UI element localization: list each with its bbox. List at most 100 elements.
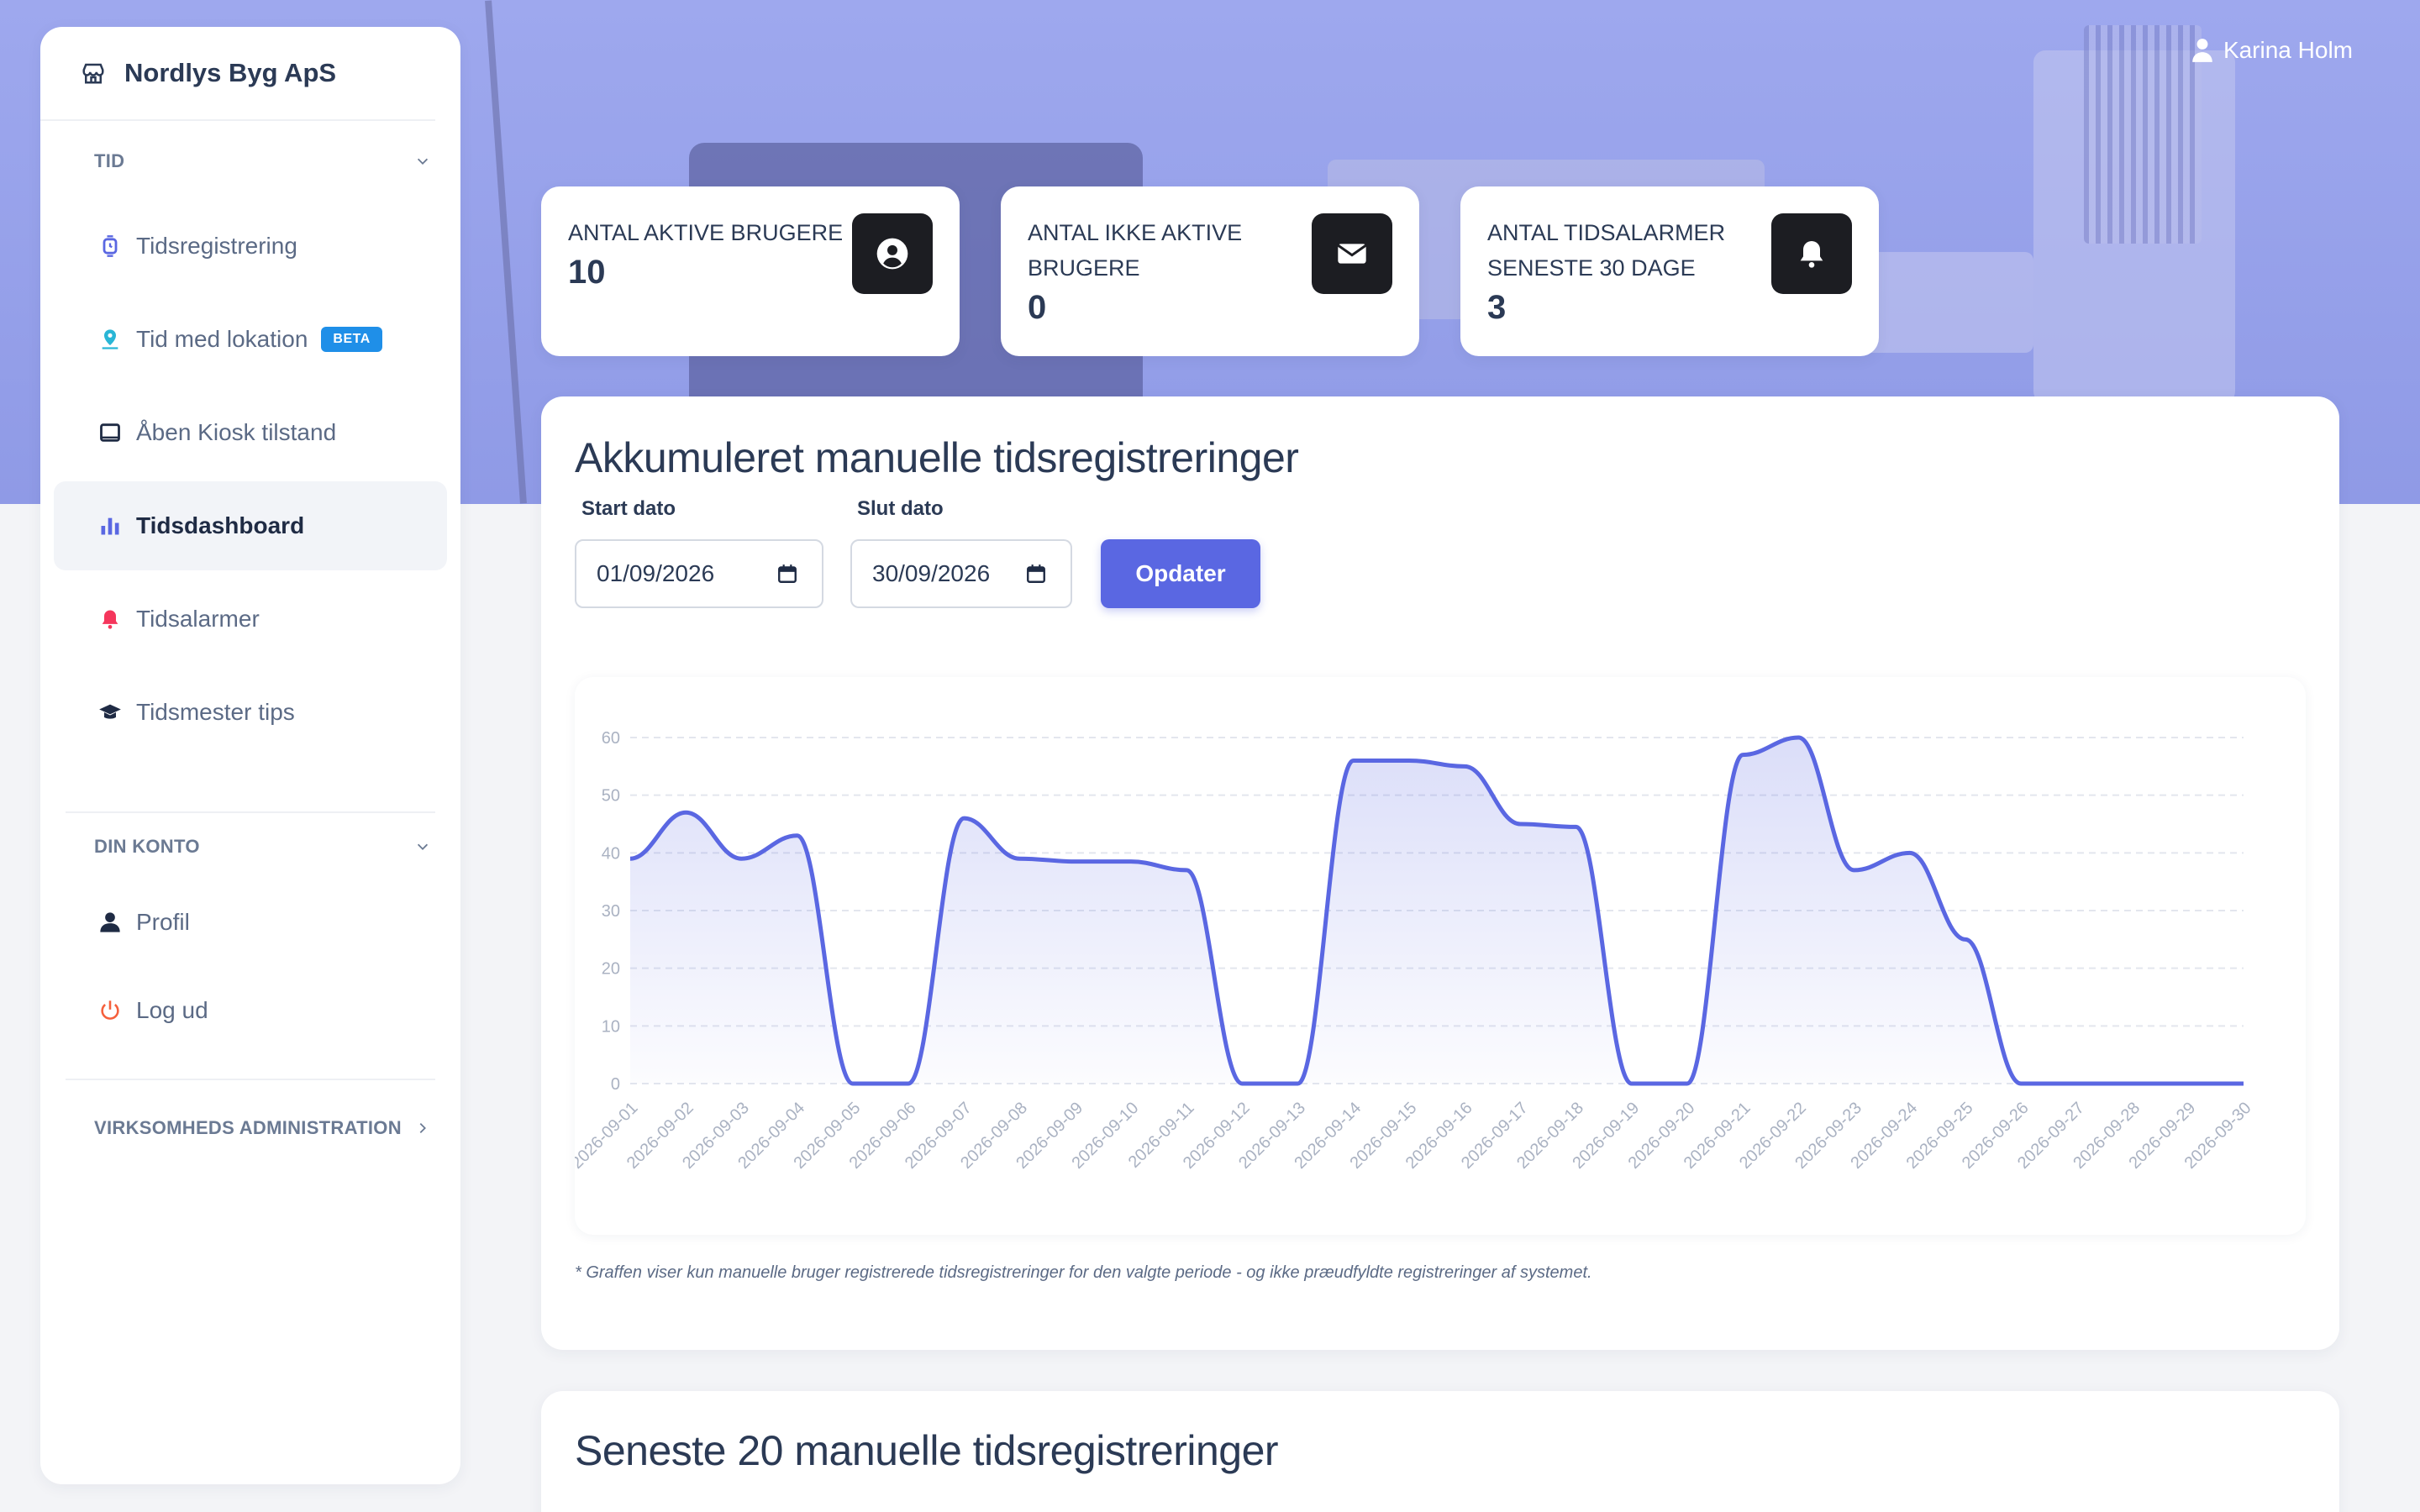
- beta-badge: BETA: [321, 327, 382, 352]
- data-point[interactable]: [2018, 1081, 2023, 1086]
- section-konto-toggle[interactable]: DIN KONTO: [40, 813, 460, 880]
- data-point[interactable]: [961, 816, 966, 821]
- y-tick-label: 40: [602, 844, 620, 863]
- data-point[interactable]: [1852, 868, 1857, 873]
- data-point[interactable]: [1629, 1081, 1634, 1086]
- sidebar-item-label: Tid med lokation: [136, 326, 308, 352]
- sidebar-item-label: Tidsdashboard: [136, 512, 305, 538]
- brand[interactable]: Nordlys Byg ApS: [40, 27, 435, 121]
- tablet-icon: [100, 423, 120, 442]
- update-button[interactable]: Opdater: [1101, 539, 1260, 608]
- stat-value: 3: [1487, 289, 1507, 326]
- data-point[interactable]: [1295, 1081, 1300, 1086]
- sidebar-item-label: Log ud: [136, 997, 208, 1023]
- start-date-label: Start dato: [581, 497, 676, 520]
- section-tid-toggle[interactable]: TID: [40, 121, 460, 202]
- user-circle-icon: [876, 238, 908, 270]
- chart-container: 0 10 20 30 40 50 60 2026-09-01 2026-09-02 2026-09…: [575, 677, 2306, 1235]
- user-icon: [2192, 39, 2212, 62]
- data-point[interactable]: [1462, 764, 1467, 769]
- start-date-input[interactable]: 01/09/2026: [575, 539, 823, 608]
- section-admin-toggle[interactable]: VIRKSOMHEDS ADMINISTRATION: [40, 1080, 460, 1176]
- recent-title: Seneste 20 manuelle tidsregistreringer: [575, 1427, 1279, 1474]
- sidebar-item-tidsregistrering[interactable]: Tidsregistrering: [54, 202, 447, 291]
- calendar-icon[interactable]: [776, 563, 798, 585]
- chevron-right-icon: [419, 1122, 426, 1134]
- bar-chart-icon: [101, 517, 119, 535]
- section-label: DIN KONTO: [94, 836, 200, 857]
- sidebar-item-kiosk[interactable]: Åben Kiosk tilstand: [54, 388, 447, 477]
- y-tick-label: 20: [602, 960, 620, 979]
- sidebar-item-tidsmester-tips[interactable]: Tidsmester tips: [54, 668, 447, 757]
- data-point[interactable]: [1407, 758, 1412, 763]
- data-point[interactable]: [2074, 1081, 2079, 1086]
- power-icon: [101, 1000, 119, 1020]
- store-icon: [82, 63, 104, 84]
- sidebar-item-tidsdashboard[interactable]: Tidsdashboard: [54, 481, 447, 570]
- data-point[interactable]: [1017, 856, 1022, 861]
- stat-icon-box: [1771, 213, 1852, 294]
- sidebar-item-label: Tidsmester tips: [136, 699, 295, 725]
- watch-icon: [103, 235, 118, 257]
- data-point[interactable]: [795, 833, 800, 838]
- sidebar: Nordlys Byg ApS TID Tidsregistrering Tid…: [40, 27, 460, 1484]
- sidebar-item-label: Tidsregistrering: [136, 233, 297, 259]
- y-tick-label: 30: [602, 902, 620, 921]
- data-point[interactable]: [2130, 1081, 2135, 1086]
- data-point[interactable]: [2241, 1081, 2246, 1086]
- data-point[interactable]: [1351, 758, 1356, 763]
- data-point[interactable]: [1128, 859, 1134, 864]
- stat-card-inactive-users: ANTAL IKKE AKTIVE BRUGERE 0: [1001, 186, 1419, 356]
- user-icon: [100, 912, 120, 932]
- graduation-cap-icon: [99, 704, 121, 719]
- map-pin-icon: [102, 329, 118, 349]
- area-chart: 01020304050602026-09-012026-09-022026-09…: [575, 729, 2255, 1173]
- dashboard-title: Akkumuleret manuelle tidsregistreringer: [575, 434, 1299, 481]
- data-point[interactable]: [683, 810, 688, 815]
- data-point[interactable]: [1907, 850, 1912, 855]
- data-point[interactable]: [1963, 937, 1968, 942]
- y-tick-label: 60: [602, 729, 620, 748]
- data-point[interactable]: [1239, 1081, 1244, 1086]
- data-point[interactable]: [906, 1081, 911, 1086]
- dashboard-card: Akkumuleret manuelle tidsregistreringer …: [541, 396, 2339, 1350]
- y-tick-label: 50: [602, 787, 620, 806]
- section-label: TID: [94, 150, 125, 171]
- section-label: VIRKSOMHEDS ADMINISTRATION: [94, 1117, 402, 1138]
- data-point[interactable]: [1796, 735, 1801, 740]
- data-point[interactable]: [850, 1081, 855, 1086]
- calendar-icon[interactable]: [1025, 563, 1047, 585]
- sidebar-item-profil[interactable]: Profil: [54, 880, 447, 964]
- bell-icon: [1800, 241, 1823, 268]
- hero-decoration: [485, 0, 527, 504]
- data-point[interactable]: [1518, 822, 1523, 827]
- stat-card-time-alarms: ANTAL TIDSALARMER SENESTE 30 DAGE 3: [1460, 186, 1879, 356]
- stat-card-active-users: ANTAL AKTIVE BRUGERE 10: [541, 186, 960, 356]
- data-point[interactable]: [1073, 859, 1078, 864]
- sidebar-item-tid-med-lokation[interactable]: Tid med lokation BETA: [54, 295, 447, 384]
- brand-name: Nordlys Byg ApS: [124, 58, 337, 87]
- data-point[interactable]: [1574, 824, 1579, 829]
- data-point[interactable]: [1685, 1081, 1690, 1086]
- data-point[interactable]: [1184, 868, 1189, 873]
- data-point[interactable]: [2186, 1081, 2191, 1086]
- stat-label: ANTAL TIDSALARMER SENESTE 30 DAGE: [1487, 220, 1726, 281]
- user-menu[interactable]: Karina Holm: [2191, 37, 2353, 64]
- stat-label: ANTAL IKKE AKTIVE BRUGERE: [1028, 220, 1243, 281]
- data-point[interactable]: [628, 856, 633, 861]
- data-point[interactable]: [739, 856, 744, 861]
- chevron-down-icon: [417, 158, 429, 165]
- start-date-value: 01/09/2026: [597, 560, 715, 586]
- sidebar-item-label: Tidsalarmer: [136, 606, 260, 632]
- user-name: Karina Holm: [2223, 37, 2353, 63]
- envelope-icon: [1337, 244, 1367, 264]
- data-point[interactable]: [1740, 753, 1745, 758]
- sidebar-item-log-ud[interactable]: Log ud: [54, 969, 447, 1053]
- sidebar-item-tidsalarmer[interactable]: Tidsalarmer: [54, 575, 447, 664]
- end-date-input[interactable]: 30/09/2026: [850, 539, 1072, 608]
- stat-icon-box: [852, 213, 933, 294]
- recent-registrations-card: Seneste 20 manuelle tidsregistreringer: [541, 1391, 2339, 1512]
- end-date-value: 30/09/2026: [872, 560, 991, 586]
- sidebar-item-label: Profil: [136, 909, 190, 935]
- bell-icon: [102, 610, 118, 629]
